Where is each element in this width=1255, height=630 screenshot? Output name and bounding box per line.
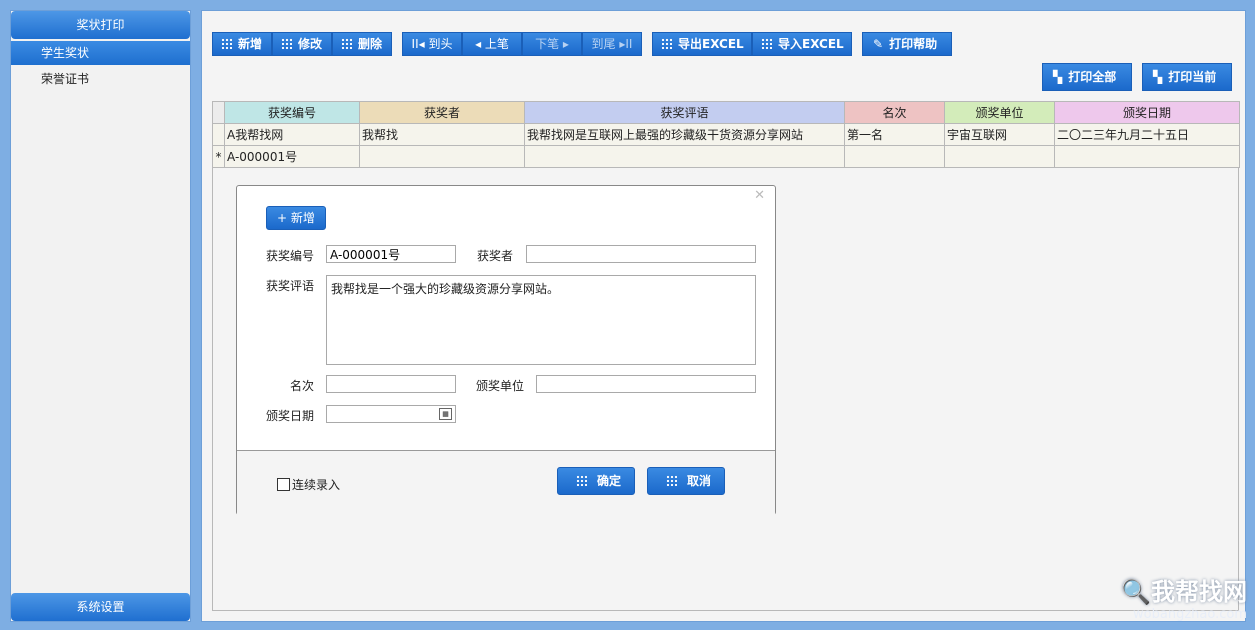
column-header-unit[interactable]: 颁奖单位 xyxy=(944,101,1055,124)
prev-icon: ◂ xyxy=(475,37,485,51)
last-record-button[interactable]: 到尾 ▸II xyxy=(582,32,642,56)
grid-icon xyxy=(281,38,292,49)
watermark-title: 🔍我帮找网 xyxy=(1121,578,1247,606)
continuous-label: 连续录入 xyxy=(292,478,341,492)
continuous-checkbox[interactable] xyxy=(277,478,290,491)
sidebar-item-student-award[interactable]: 学生奖状 xyxy=(11,41,190,65)
award-no-label: 获奖编号 xyxy=(266,249,315,263)
grid-icon xyxy=(661,38,672,49)
print-all-button[interactable]: ▚ 打印全部 xyxy=(1042,63,1132,91)
table-cell[interactable] xyxy=(359,145,525,168)
grid-icon xyxy=(761,38,772,49)
table-cell[interactable]: A我帮找网 xyxy=(224,123,360,146)
next-record-button[interactable]: 下笔 ▸ xyxy=(522,32,582,56)
column-header-winner[interactable]: 获奖者 xyxy=(359,101,525,124)
export-excel-button[interactable]: 导出EXCEL xyxy=(652,32,752,56)
table-cell[interactable]: 二〇二三年九月二十五日 xyxy=(1054,123,1240,146)
comment-label: 获奖评语 xyxy=(266,279,315,293)
plus-icon: + xyxy=(277,211,291,225)
table-cell[interactable]: 第一名 xyxy=(844,123,945,146)
table-cell[interactable] xyxy=(1054,145,1240,168)
magnifier-icon: 🔍 xyxy=(1121,578,1151,606)
table-cell[interactable]: 我帮找 xyxy=(359,123,525,146)
close-icon[interactable]: ✕ xyxy=(754,188,765,203)
column-header-comment[interactable]: 获奖评语 xyxy=(524,101,845,124)
next-icon: ▸ xyxy=(559,37,569,51)
table-cell[interactable] xyxy=(844,145,945,168)
delete-button[interactable]: 删除 xyxy=(332,32,392,56)
winner-input[interactable] xyxy=(526,245,756,263)
print-icon: ▚ xyxy=(1053,70,1063,84)
sidebar-footer-system-settings[interactable]: 系统设置 xyxy=(11,593,190,621)
watermark: 🔍我帮找网 wobangzhao.com xyxy=(1121,572,1247,622)
table-cell[interactable] xyxy=(944,145,1055,168)
unit-input[interactable] xyxy=(536,375,756,393)
table-row[interactable]: A我帮找网 我帮找 我帮找网是互联网上最强的珍藏级干货资源分享网站 第一名 宇宙… xyxy=(212,123,1240,146)
grid-icon xyxy=(666,475,677,486)
sidebar-header-award-print[interactable]: 奖状打印 xyxy=(11,11,190,39)
prev-record-button[interactable]: ◂ 上笔 xyxy=(462,32,522,56)
new-row-marker[interactable]: * xyxy=(212,145,225,168)
award-table: 获奖编号 获奖者 获奖评语 名次 颁奖单位 颁奖日期 A我帮找网 我帮找 我帮找… xyxy=(212,101,1240,168)
grid-icon xyxy=(576,475,587,486)
rank-label: 名次 xyxy=(290,379,315,393)
table-cell[interactable]: A-000001号 xyxy=(224,145,360,168)
column-header-date[interactable]: 颁奖日期 xyxy=(1054,101,1240,124)
import-excel-button[interactable]: 导入EXCEL xyxy=(752,32,852,56)
add-button[interactable]: 新增 xyxy=(212,32,272,56)
award-no-input[interactable] xyxy=(326,245,456,263)
first-record-button[interactable]: II◂ 到头 xyxy=(402,32,462,56)
dialog-add-button[interactable]: + 新增 xyxy=(266,206,326,230)
comment-textarea[interactable]: 我帮找是一个强大的珍藏级资源分享网站。 xyxy=(326,275,756,365)
row-header-corner xyxy=(212,101,225,124)
grid-icon xyxy=(341,38,352,49)
watermark-url: wobangzhao.com xyxy=(1133,607,1247,622)
dialog-footer: 连续录入 确定 取消 xyxy=(237,450,775,515)
table-header-row: 获奖编号 获奖者 获奖评语 名次 颁奖单位 颁奖日期 xyxy=(212,101,1240,124)
column-header-rank[interactable]: 名次 xyxy=(844,101,945,124)
table-cell[interactable]: 宇宙互联网 xyxy=(944,123,1055,146)
first-icon: II◂ xyxy=(411,37,429,51)
table-new-row[interactable]: * A-000001号 xyxy=(212,145,1240,168)
ok-button[interactable]: 确定 xyxy=(557,467,635,495)
date-input[interactable] xyxy=(326,405,456,423)
table-cell[interactable]: 我帮找网是互联网上最强的珍藏级干货资源分享网站 xyxy=(524,123,845,146)
print-current-button[interactable]: ▚ 打印当前 xyxy=(1142,63,1232,91)
rank-input[interactable] xyxy=(326,375,456,393)
column-header-award-no[interactable]: 获奖编号 xyxy=(224,101,360,124)
winner-label: 获奖者 xyxy=(477,249,514,263)
date-label: 颁奖日期 xyxy=(266,409,315,423)
calendar-icon[interactable]: ▦ xyxy=(439,408,452,420)
print-help-button[interactable]: ✎ 打印帮助 xyxy=(862,32,952,56)
pen-icon: ✎ xyxy=(873,37,884,51)
print-icon: ▚ xyxy=(1153,70,1163,84)
cancel-button[interactable]: 取消 xyxy=(647,467,725,495)
sidebar-item-honor-certificate[interactable]: 荣誉证书 xyxy=(11,67,190,91)
edit-button[interactable]: 修改 xyxy=(272,32,332,56)
last-icon: ▸II xyxy=(615,37,633,51)
row-header[interactable] xyxy=(212,123,225,146)
table-cell[interactable] xyxy=(524,145,845,168)
sidebar: 奖状打印 学生奖状 荣誉证书 系统设置 xyxy=(10,10,191,622)
unit-label: 颁奖单位 xyxy=(476,379,525,393)
edit-dialog: ✕ + 新增 获奖编号 获奖者 获奖评语 我帮找是一个强大的珍藏级资源分享网站。… xyxy=(236,185,776,515)
grid-icon xyxy=(221,38,232,49)
